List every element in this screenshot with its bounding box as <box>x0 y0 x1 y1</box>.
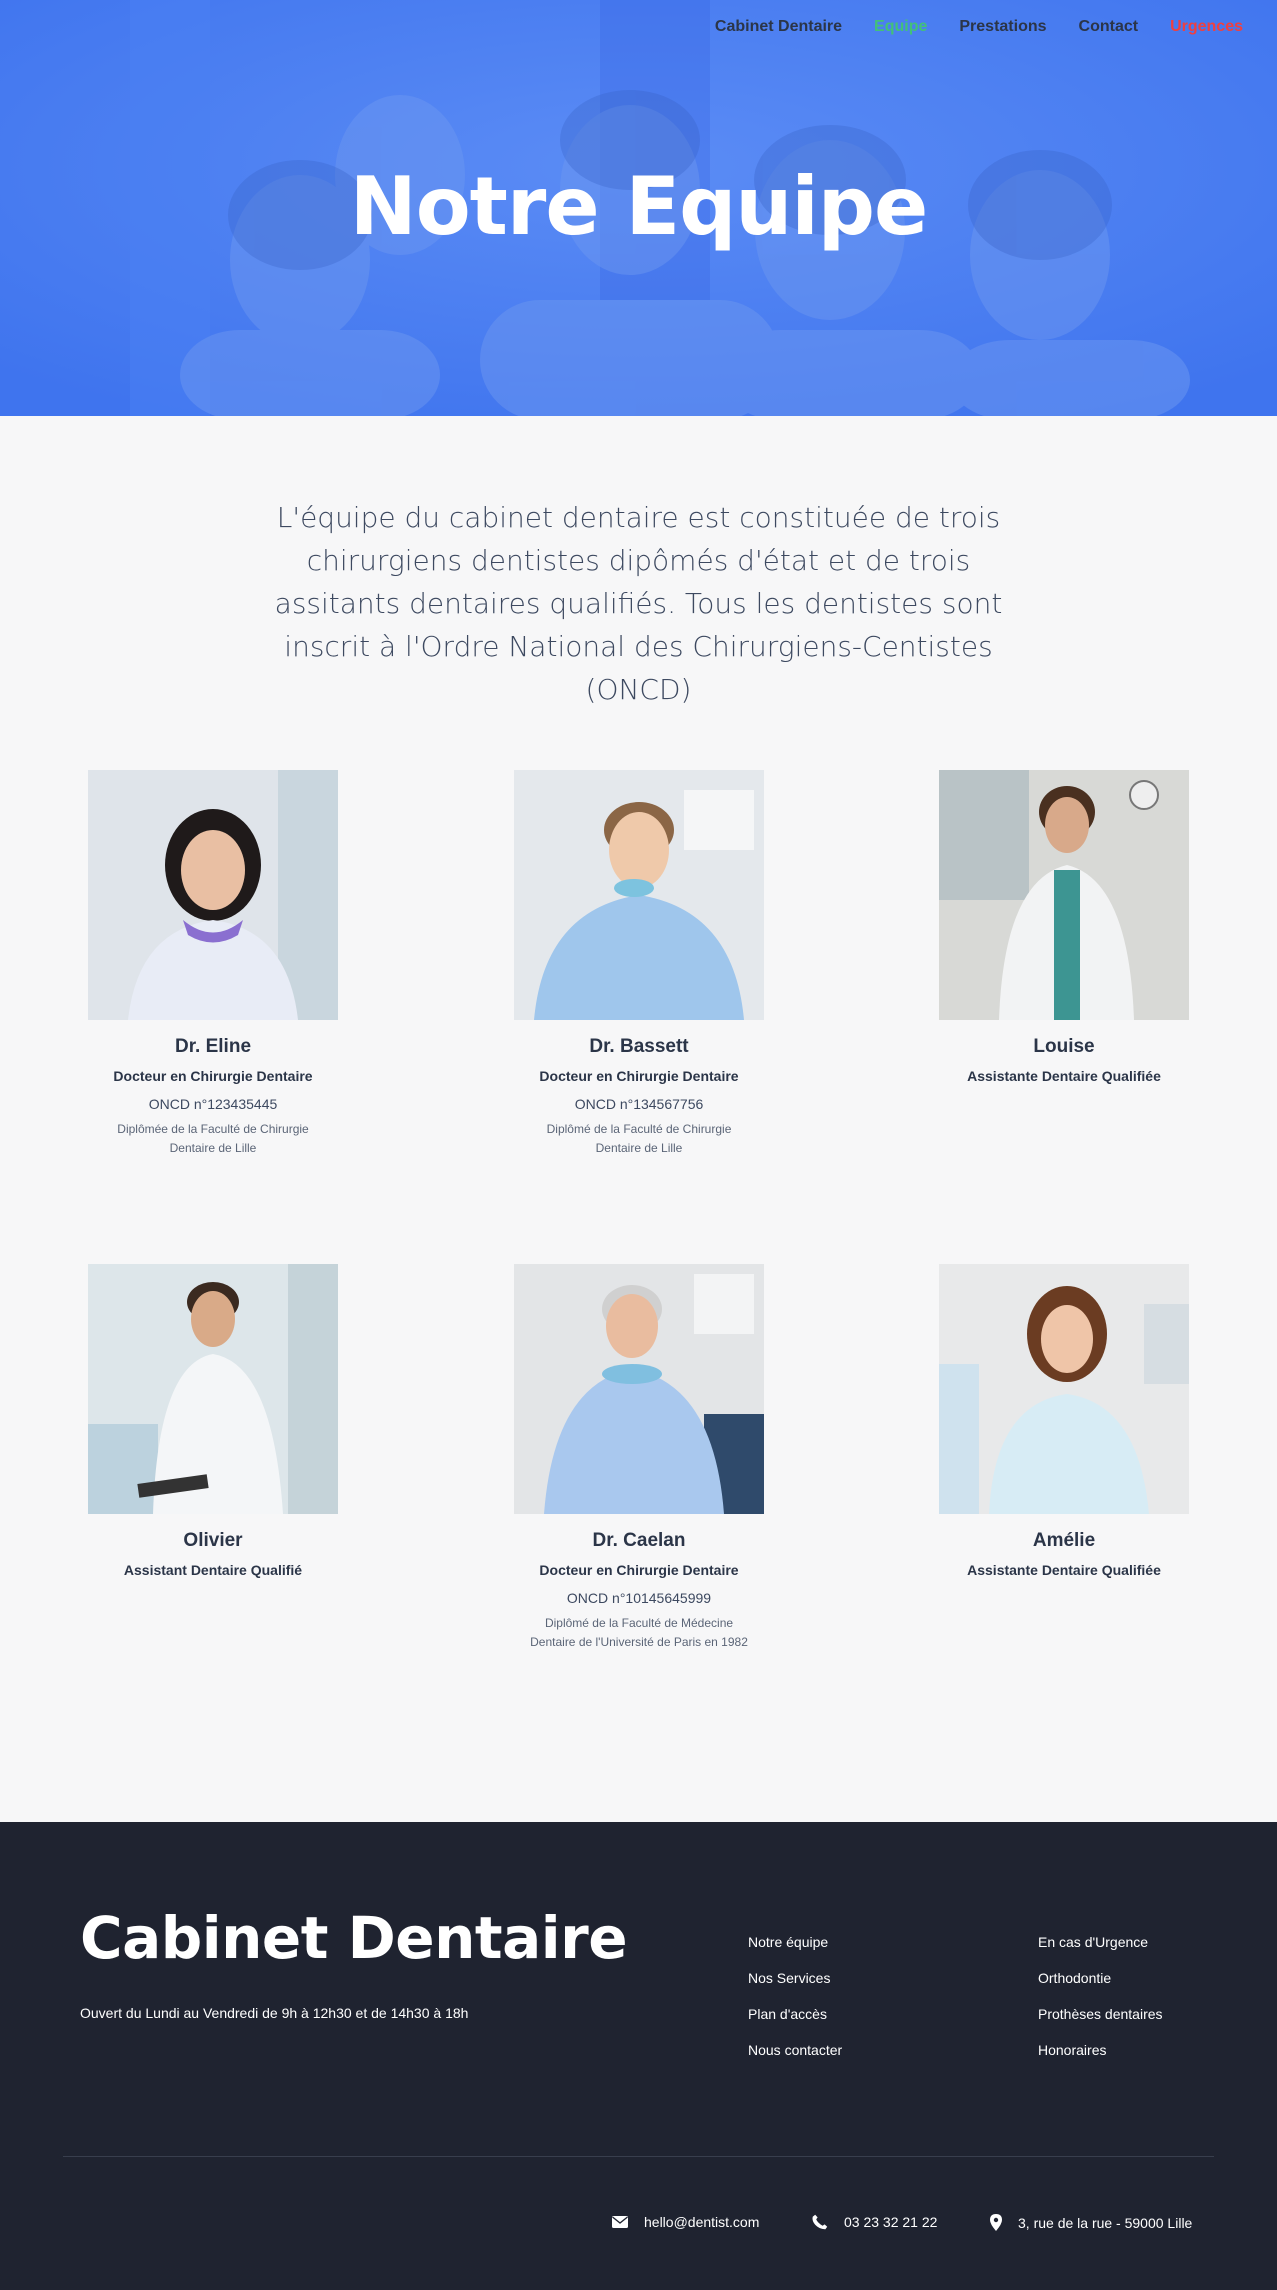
nav-equipe[interactable]: Equipe <box>874 18 927 36</box>
main-nav: Cabinet Dentaire Equipe Prestations Cont… <box>715 18 1243 36</box>
team-member-diploma: Diplômé de la Faculté de Chirurgie Denta… <box>546 1122 732 1155</box>
team-member-diploma: Diplômé de la Faculté de Médecine Dentai… <box>530 1616 748 1649</box>
envelope-icon <box>612 2216 628 2228</box>
team-member-role: Docteur en Chirurgie Dentaire <box>539 1562 739 1578</box>
map-pin-icon <box>990 2214 1002 2231</box>
nav-cabinet-dentaire[interactable]: Cabinet Dentaire <box>715 18 842 36</box>
footer-link-orthodontie[interactable]: Orthodontie <box>1038 1970 1163 2006</box>
footer-phone[interactable]: 03 23 32 21 22 <box>812 2214 937 2230</box>
footer-link-notre-equipe[interactable]: Notre équipe <box>748 1934 842 1970</box>
team-member-photo <box>939 770 1189 1020</box>
footer-divider <box>63 2156 1214 2157</box>
team-member-name: Amélie <box>1032 1530 1096 1551</box>
team-member-role: Assistante Dentaire Qualifiée <box>967 1068 1161 1084</box>
team-member-role: Docteur en Chirurgie Dentaire <box>539 1068 739 1084</box>
team-member-photo <box>514 1264 764 1514</box>
team-member-oncd: ONCD n°123435445 <box>148 1096 278 1112</box>
team-member-role: Assistante Dentaire Qualifiée <box>967 1562 1161 1578</box>
intro-text: L'équipe du cabinet dentaire est constit… <box>274 501 1003 706</box>
nav-urgences[interactable]: Urgences <box>1170 18 1243 36</box>
team-member-photo <box>514 770 764 1020</box>
phone-icon <box>812 2214 828 2230</box>
team-member-name: Dr. Caelan <box>592 1530 686 1551</box>
footer-email-text: hello@dentist.com <box>644 2214 760 2230</box>
hero-banner: Cabinet Dentaire Equipe Prestations Cont… <box>0 0 1277 416</box>
footer-phone-text: 03 23 32 21 22 <box>844 2214 938 2230</box>
team-member-card: Dr. Eline Docteur en Chirurgie Dentaire … <box>88 770 338 1158</box>
team-member-card: Dr. Bassett Docteur en Chirurgie Dentair… <box>514 770 764 1158</box>
footer-link-nous-contacter[interactable]: Nous contacter <box>748 2042 842 2078</box>
footer-address: 3, rue de la rue - 59000 Lille <box>990 2214 1192 2231</box>
team-member-photo <box>88 770 338 1020</box>
footer-link-honoraires[interactable]: Honoraires <box>1038 2042 1163 2078</box>
team-member-role: Docteur en Chirurgie Dentaire <box>113 1068 313 1084</box>
team-member-photo <box>939 1264 1189 1514</box>
team-member-name: Olivier <box>183 1530 243 1551</box>
team-member-oncd: ONCD n°10145645999 <box>566 1590 712 1606</box>
footer-link-nos-services[interactable]: Nos Services <box>748 1970 842 2006</box>
footer-brand: Cabinet Dentaire <box>80 1904 628 1972</box>
footer: Cabinet Dentaire Ouvert du Lundi au Vend… <box>0 1822 1277 2290</box>
team-member-card: Dr. Caelan Docteur en Chirurgie Dentaire… <box>514 1264 764 1652</box>
nav-prestations[interactable]: Prestations <box>959 18 1046 36</box>
team-member-name: Louise <box>1033 1036 1095 1057</box>
team-member-card: Amélie Assistante Dentaire Qualifiée <box>939 1264 1189 1578</box>
team-member-name: Dr. Bassett <box>589 1036 689 1057</box>
team-member-card: Olivier Assistant Dentaire Qualifié <box>88 1264 338 1578</box>
footer-links-col-1: Notre équipe Nos Services Plan d'accès N… <box>748 1934 842 2078</box>
team-member-diploma: Diplômée de la Faculté de Chirurgie Dent… <box>117 1122 309 1155</box>
footer-hours: Ouvert du Lundi au Vendredi de 9h à 12h3… <box>80 2005 469 2021</box>
footer-links-col-2: En cas d'Urgence Orthodontie Prothèses d… <box>1038 1934 1163 2078</box>
nav-contact[interactable]: Contact <box>1079 18 1139 36</box>
team-member-card: Louise Assistante Dentaire Qualifiée <box>939 770 1189 1084</box>
team-member-oncd: ONCD n°134567756 <box>574 1096 704 1112</box>
team-member-photo <box>88 1264 338 1514</box>
footer-link-urgence[interactable]: En cas d'Urgence <box>1038 1934 1163 1970</box>
footer-link-plan-acces[interactable]: Plan d'accès <box>748 2006 842 2042</box>
team-member-role: Assistant Dentaire Qualifié <box>123 1562 303 1578</box>
team-member-name: Dr. Eline <box>174 1036 252 1057</box>
footer-email[interactable]: hello@dentist.com <box>612 2214 759 2230</box>
footer-address-text: 3, rue de la rue - 59000 Lille <box>1018 2214 1193 2231</box>
footer-link-protheses[interactable]: Prothèses dentaires <box>1038 2006 1163 2042</box>
page-title: Notre Equipe <box>349 160 929 253</box>
